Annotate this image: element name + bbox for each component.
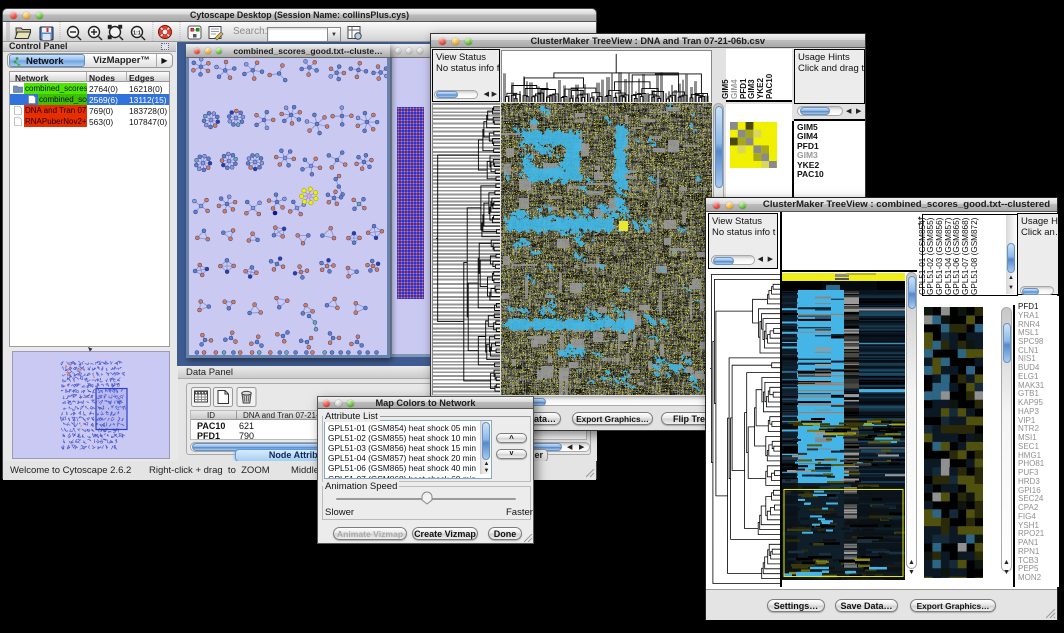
svg-text:1:1: 1:1 <box>133 31 141 37</box>
